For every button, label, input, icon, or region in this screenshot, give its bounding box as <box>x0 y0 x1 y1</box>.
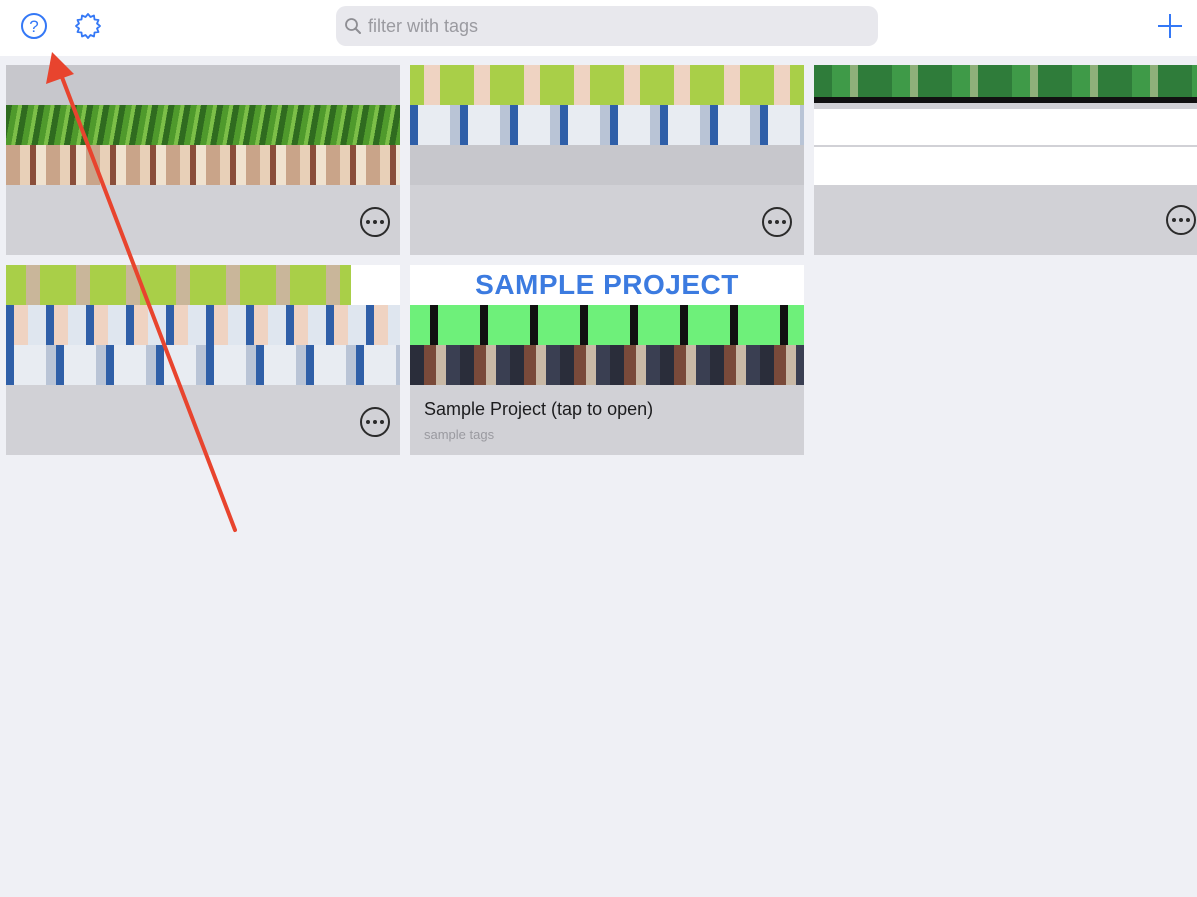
sample-project-card[interactable]: SAMPLE PROJECT Sample Project (tap to op… <box>410 265 804 455</box>
thumbnail-strip-clown <box>6 265 400 305</box>
more-options-button[interactable] <box>360 207 390 237</box>
more-options-button[interactable] <box>1166 205 1196 235</box>
thumbnail-strip-child <box>410 65 804 105</box>
thumbnail-strip-greenscreen <box>814 65 1197 103</box>
thumbnail-strip-child-clouds <box>6 305 400 345</box>
project-card[interactable] <box>814 65 1197 255</box>
thumbnail-strip-space <box>410 345 804 385</box>
thumbnail-strip-clouds <box>6 345 400 385</box>
thumbnail-strip-blank <box>410 145 804 185</box>
thumbnail-strip-clouds <box>410 105 804 145</box>
help-button[interactable]: ? <box>18 10 50 42</box>
thumbnail-strip-grass <box>6 105 400 145</box>
search-bar[interactable] <box>336 6 878 46</box>
more-options-button[interactable] <box>360 407 390 437</box>
project-name: Sample Project (tap to open) <box>424 399 654 419</box>
project-card[interactable] <box>6 65 400 255</box>
thumbnail-strip-white <box>814 147 1197 185</box>
top-toolbar: ? <box>0 0 1197 56</box>
tag-filter-input[interactable] <box>368 15 868 37</box>
project-card[interactable] <box>410 65 804 255</box>
thumbnail-strip-blank <box>6 65 400 105</box>
plus-icon <box>1158 14 1182 38</box>
thumbnail-strip-white <box>814 109 1197 145</box>
search-icon <box>345 18 361 34</box>
thumbnail-strip-greenscreen-figures <box>410 305 804 345</box>
project-tags: sample tags <box>424 427 495 442</box>
svg-text:?: ? <box>29 17 38 36</box>
gear-icon <box>75 13 101 39</box>
thumbnail-strip-people <box>6 145 400 185</box>
sample-project-banner: SAMPLE PROJECT <box>410 265 804 305</box>
more-options-button[interactable] <box>762 207 792 237</box>
add-project-button[interactable] <box>1154 10 1186 42</box>
project-card[interactable] <box>6 265 400 455</box>
settings-button[interactable] <box>72 10 104 42</box>
question-circle-icon: ? <box>21 13 47 39</box>
